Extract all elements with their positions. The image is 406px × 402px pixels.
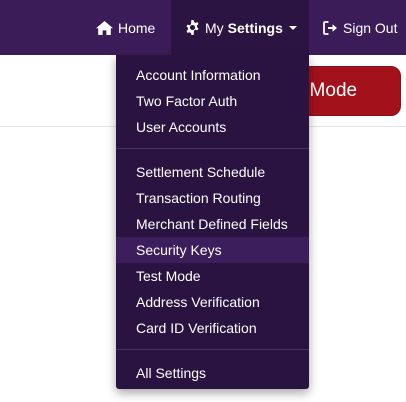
menu-item-user-accounts[interactable]: User Accounts (116, 114, 309, 140)
menu-item-settlement-schedule[interactable]: Settlement Schedule (116, 159, 309, 185)
settings-dropdown-menu: Account Information Two Factor Auth User… (116, 55, 309, 389)
menu-item-two-factor-auth[interactable]: Two Factor Auth (116, 88, 309, 114)
menu-item-security-keys[interactable]: Security Keys (116, 237, 309, 263)
home-icon (96, 20, 113, 35)
chevron-down-icon (288, 25, 297, 30)
menu-item-transaction-routing[interactable]: Transaction Routing (116, 185, 309, 211)
nav-my-settings-dropdown[interactable]: My Settings (171, 0, 309, 55)
nav-sign-out-link[interactable]: Sign Out (323, 0, 397, 55)
sign-out-icon (323, 20, 338, 35)
menu-item-card-id-verification[interactable]: Card ID Verification (116, 315, 309, 341)
nav-settings-prefix: My (205, 19, 224, 36)
menu-divider (116, 349, 309, 350)
nav-sign-out-label: Sign Out (343, 19, 398, 36)
gear-icon (185, 20, 200, 35)
menu-divider (116, 148, 309, 149)
nav-settings-label: Settings (227, 19, 283, 36)
nav-home-label: Home (118, 19, 156, 36)
menu-item-test-mode[interactable]: Test Mode (116, 263, 309, 289)
menu-item-merchant-defined-fields[interactable]: Merchant Defined Fields (116, 211, 309, 237)
top-navbar: Home My Settings Sign Out (0, 0, 406, 55)
menu-item-account-information[interactable]: Account Information (116, 62, 309, 88)
nav-home-link[interactable]: Home (96, 0, 155, 55)
menu-item-all-settings[interactable]: All Settings (116, 360, 309, 386)
menu-item-address-verification[interactable]: Address Verification (116, 289, 309, 315)
